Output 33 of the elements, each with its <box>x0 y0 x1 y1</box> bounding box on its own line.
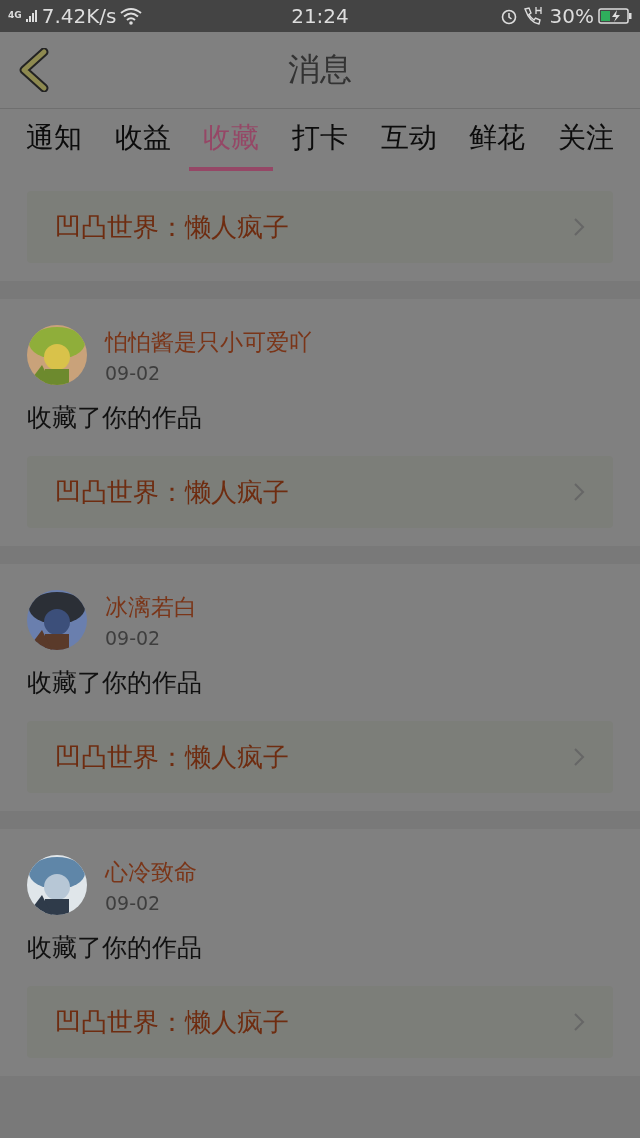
tab[interactable]: 收藏 <box>189 109 274 171</box>
user-name[interactable]: 心冷致命 <box>105 856 197 888</box>
back-icon[interactable] <box>18 48 50 92</box>
user-name[interactable]: 冰漓若白 <box>105 591 197 623</box>
message-date: 09-02 <box>105 361 162 384</box>
alarm-icon <box>499 7 518 25</box>
user-name[interactable]: 怕怕酱是只小可爱吖 <box>105 326 312 358</box>
tab[interactable]: 关注 <box>543 109 628 171</box>
clock-time: 21:24 <box>290 4 350 28</box>
signal-icon <box>25 10 38 22</box>
message-text: 收藏了你的作品 <box>27 932 203 964</box>
chevron-icon <box>573 747 585 767</box>
work-link[interactable]: 凹凸世界：懒人疯子 <box>27 456 613 528</box>
page-title: 消息 <box>288 49 352 90</box>
network-speed: 7.42K/s <box>41 4 117 28</box>
wifi-icon <box>120 7 143 25</box>
work-link[interactable]: 凹凸世界：懒人疯子 <box>27 191 613 263</box>
tab[interactable]: 收益 <box>100 109 185 171</box>
tab[interactable]: 打卡 <box>277 109 362 171</box>
message-text: 收藏了你的作品 <box>27 402 203 434</box>
tab[interactable]: 通知 <box>12 109 96 171</box>
chevron-icon <box>573 1012 585 1032</box>
work-link[interactable]: 凹凸世界：懒人疯子 <box>27 721 613 793</box>
chevron-icon <box>573 217 585 237</box>
chevron-icon <box>573 482 585 502</box>
message-date: 09-02 <box>105 626 162 649</box>
message-date: 09-02 <box>105 891 162 914</box>
message-text: 收藏了你的作品 <box>27 667 203 699</box>
tab[interactable]: 鲜花 <box>455 109 540 171</box>
network-type: 4G <box>8 10 22 20</box>
work-link[interactable]: 凹凸世界：懒人疯子 <box>27 986 613 1058</box>
battery-percent: 30% <box>549 4 594 28</box>
tab[interactable]: 互动 <box>366 109 451 171</box>
